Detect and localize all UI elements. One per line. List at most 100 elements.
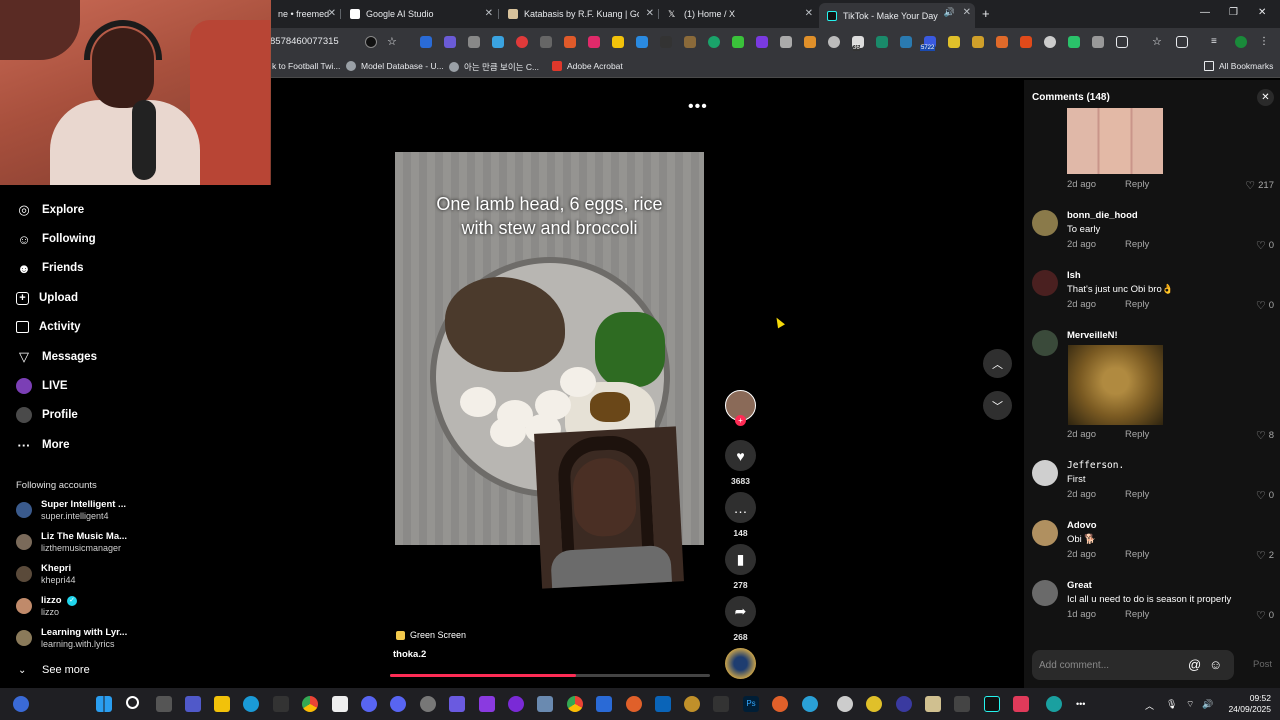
- reply-button[interactable]: Reply: [1125, 299, 1149, 310]
- comment-username[interactable]: MerveilleN!: [1067, 330, 1118, 341]
- comment-likes[interactable]: ♡ 0: [1256, 299, 1274, 312]
- extension-icon[interactable]: [780, 36, 792, 48]
- close-icon[interactable]: ✕: [963, 7, 971, 18]
- app-icon[interactable]: [896, 696, 912, 712]
- extensions-puzzle-icon[interactable]: [1116, 36, 1128, 48]
- more-apps-icon[interactable]: •••: [1076, 699, 1085, 709]
- following-account[interactable]: lizzo ✓ lizzo: [16, 595, 156, 619]
- close-icon[interactable]: ✕: [1257, 89, 1274, 106]
- firefox-icon[interactable]: [626, 696, 642, 712]
- reply-button[interactable]: Reply: [1125, 179, 1149, 190]
- url-text[interactable]: 8578460077315: [270, 36, 339, 47]
- nav-profile[interactable]: Profile: [16, 405, 78, 425]
- extension-icon[interactable]: [708, 36, 720, 48]
- music-disc-icon[interactable]: [725, 648, 756, 679]
- app-icon[interactable]: [954, 696, 970, 712]
- vscode-icon[interactable]: [596, 696, 612, 712]
- comment-likes[interactable]: ♡ 0: [1256, 609, 1274, 622]
- app-icon[interactable]: [537, 696, 553, 712]
- file-explorer-icon[interactable]: [214, 696, 230, 712]
- comment-username[interactable]: Ish: [1067, 270, 1081, 281]
- app-icon[interactable]: [684, 696, 700, 712]
- app-icon[interactable]: [1013, 696, 1029, 712]
- extension-icon[interactable]: [564, 36, 576, 48]
- extension-icon[interactable]: [876, 36, 888, 48]
- emoji-icon[interactable]: ☺: [1209, 657, 1222, 672]
- comment-likes[interactable]: ♡ 0: [1256, 489, 1274, 502]
- extension-icon[interactable]: [540, 36, 552, 48]
- avatar[interactable]: [1032, 580, 1058, 606]
- task-view-icon[interactable]: [156, 696, 172, 712]
- comment-likes[interactable]: ♡ 8: [1256, 429, 1274, 442]
- close-icon[interactable]: ✕: [485, 8, 493, 19]
- app-icon[interactable]: [479, 696, 495, 712]
- app-icon[interactable]: [1046, 696, 1062, 712]
- app-icon[interactable]: [420, 696, 436, 712]
- bookmark-star-icon[interactable]: ☆: [1152, 36, 1164, 48]
- following-account[interactable]: Liz The Music Ma... lizthemusicmanager: [16, 531, 156, 555]
- tiktok-taskbar-icon[interactable]: [984, 696, 1000, 712]
- add-comment-input[interactable]: [1032, 650, 1182, 680]
- microphone-icon[interactable]: 🎙: [1166, 699, 1177, 710]
- extension-icon[interactable]: [660, 36, 672, 48]
- extension-icon[interactable]: [444, 36, 456, 48]
- discord-icon[interactable]: [361, 696, 377, 712]
- extension-icon[interactable]: [756, 36, 768, 48]
- comment-username[interactable]: bonn_die_hood: [1067, 210, 1138, 221]
- avatar[interactable]: [1032, 270, 1058, 296]
- extension-icon[interactable]: [516, 36, 528, 48]
- video-more-options-icon[interactable]: •••: [688, 98, 708, 116]
- profile-avatar-icon[interactable]: [1235, 36, 1247, 48]
- close-icon[interactable]: ✕: [805, 8, 813, 19]
- extension-icon[interactable]: [900, 36, 912, 48]
- extension-icon[interactable]: [948, 36, 960, 48]
- outlook-icon[interactable]: [655, 696, 671, 712]
- all-bookmarks[interactable]: All Bookmarks: [1204, 61, 1273, 71]
- tab-katabasis[interactable]: Katabasis by R.F. Kuang | Good ✕: [500, 4, 658, 24]
- star-icon[interactable]: ☆: [387, 36, 399, 48]
- app-icon[interactable]: [508, 696, 524, 712]
- app-icon[interactable]: [772, 696, 788, 712]
- nav-explore[interactable]: ◎ Explore: [16, 200, 84, 220]
- sidepanel-icon[interactable]: [1176, 36, 1188, 48]
- extension-icon[interactable]: [972, 36, 984, 48]
- extension-icon[interactable]: [732, 36, 744, 48]
- nav-activity[interactable]: Activity: [16, 317, 81, 337]
- comment-button[interactable]: …: [725, 492, 756, 523]
- nav-messages[interactable]: ▽ Messages: [16, 347, 97, 367]
- bookmark-football[interactable]: k to Football Twi...: [272, 61, 340, 71]
- following-account[interactable]: Khepri khepri44: [16, 563, 156, 587]
- close-icon[interactable]: ✕: [646, 8, 654, 19]
- following-account[interactable]: Learning with Lyr... learning.with.lyric…: [16, 627, 156, 651]
- bookmark-adobe-acrobat[interactable]: Adobe Acrobat: [552, 61, 623, 71]
- bookmark-model-database[interactable]: Model Database - U...: [346, 61, 444, 71]
- comment-username[interactable]: Great: [1067, 580, 1092, 591]
- reading-list-icon[interactable]: ≡: [1211, 36, 1223, 48]
- video-author[interactable]: thoka.2: [393, 649, 426, 660]
- comment-likes[interactable]: ♡ 2: [1256, 549, 1274, 562]
- comment-username[interactable]: Adovo: [1067, 520, 1097, 531]
- app-icon[interactable]: [866, 696, 882, 712]
- extension-icon[interactable]: [828, 36, 840, 48]
- comment-likes[interactable]: ♡ 217: [1245, 179, 1274, 192]
- chrome-icon[interactable]: [567, 696, 583, 712]
- teams-icon[interactable]: [185, 696, 201, 712]
- app-icon[interactable]: [837, 696, 853, 712]
- extension-icon[interactable]: [612, 36, 624, 48]
- reply-button[interactable]: Reply: [1125, 549, 1149, 560]
- follow-plus-icon[interactable]: +: [735, 415, 746, 426]
- previous-video-button[interactable]: ︿: [983, 349, 1012, 378]
- next-video-button[interactable]: ﹀: [983, 391, 1012, 420]
- extension-icon[interactable]: [588, 36, 600, 48]
- see-more-button[interactable]: ⌄ See more: [18, 664, 90, 676]
- tab-x-home[interactable]: 𝕏 (1) Home / X ✕: [660, 4, 817, 24]
- extension-icon[interactable]: [804, 36, 816, 48]
- nav-upload[interactable]: + Upload: [16, 288, 78, 308]
- copilot-icon[interactable]: [13, 696, 29, 712]
- avatar[interactable]: [1032, 460, 1058, 486]
- comment-likes[interactable]: ♡ 0: [1256, 239, 1274, 252]
- like-button[interactable]: ♥: [725, 440, 756, 471]
- app-icon[interactable]: [925, 696, 941, 712]
- extension-icon[interactable]: [468, 36, 480, 48]
- app-icon[interactable]: [273, 696, 289, 712]
